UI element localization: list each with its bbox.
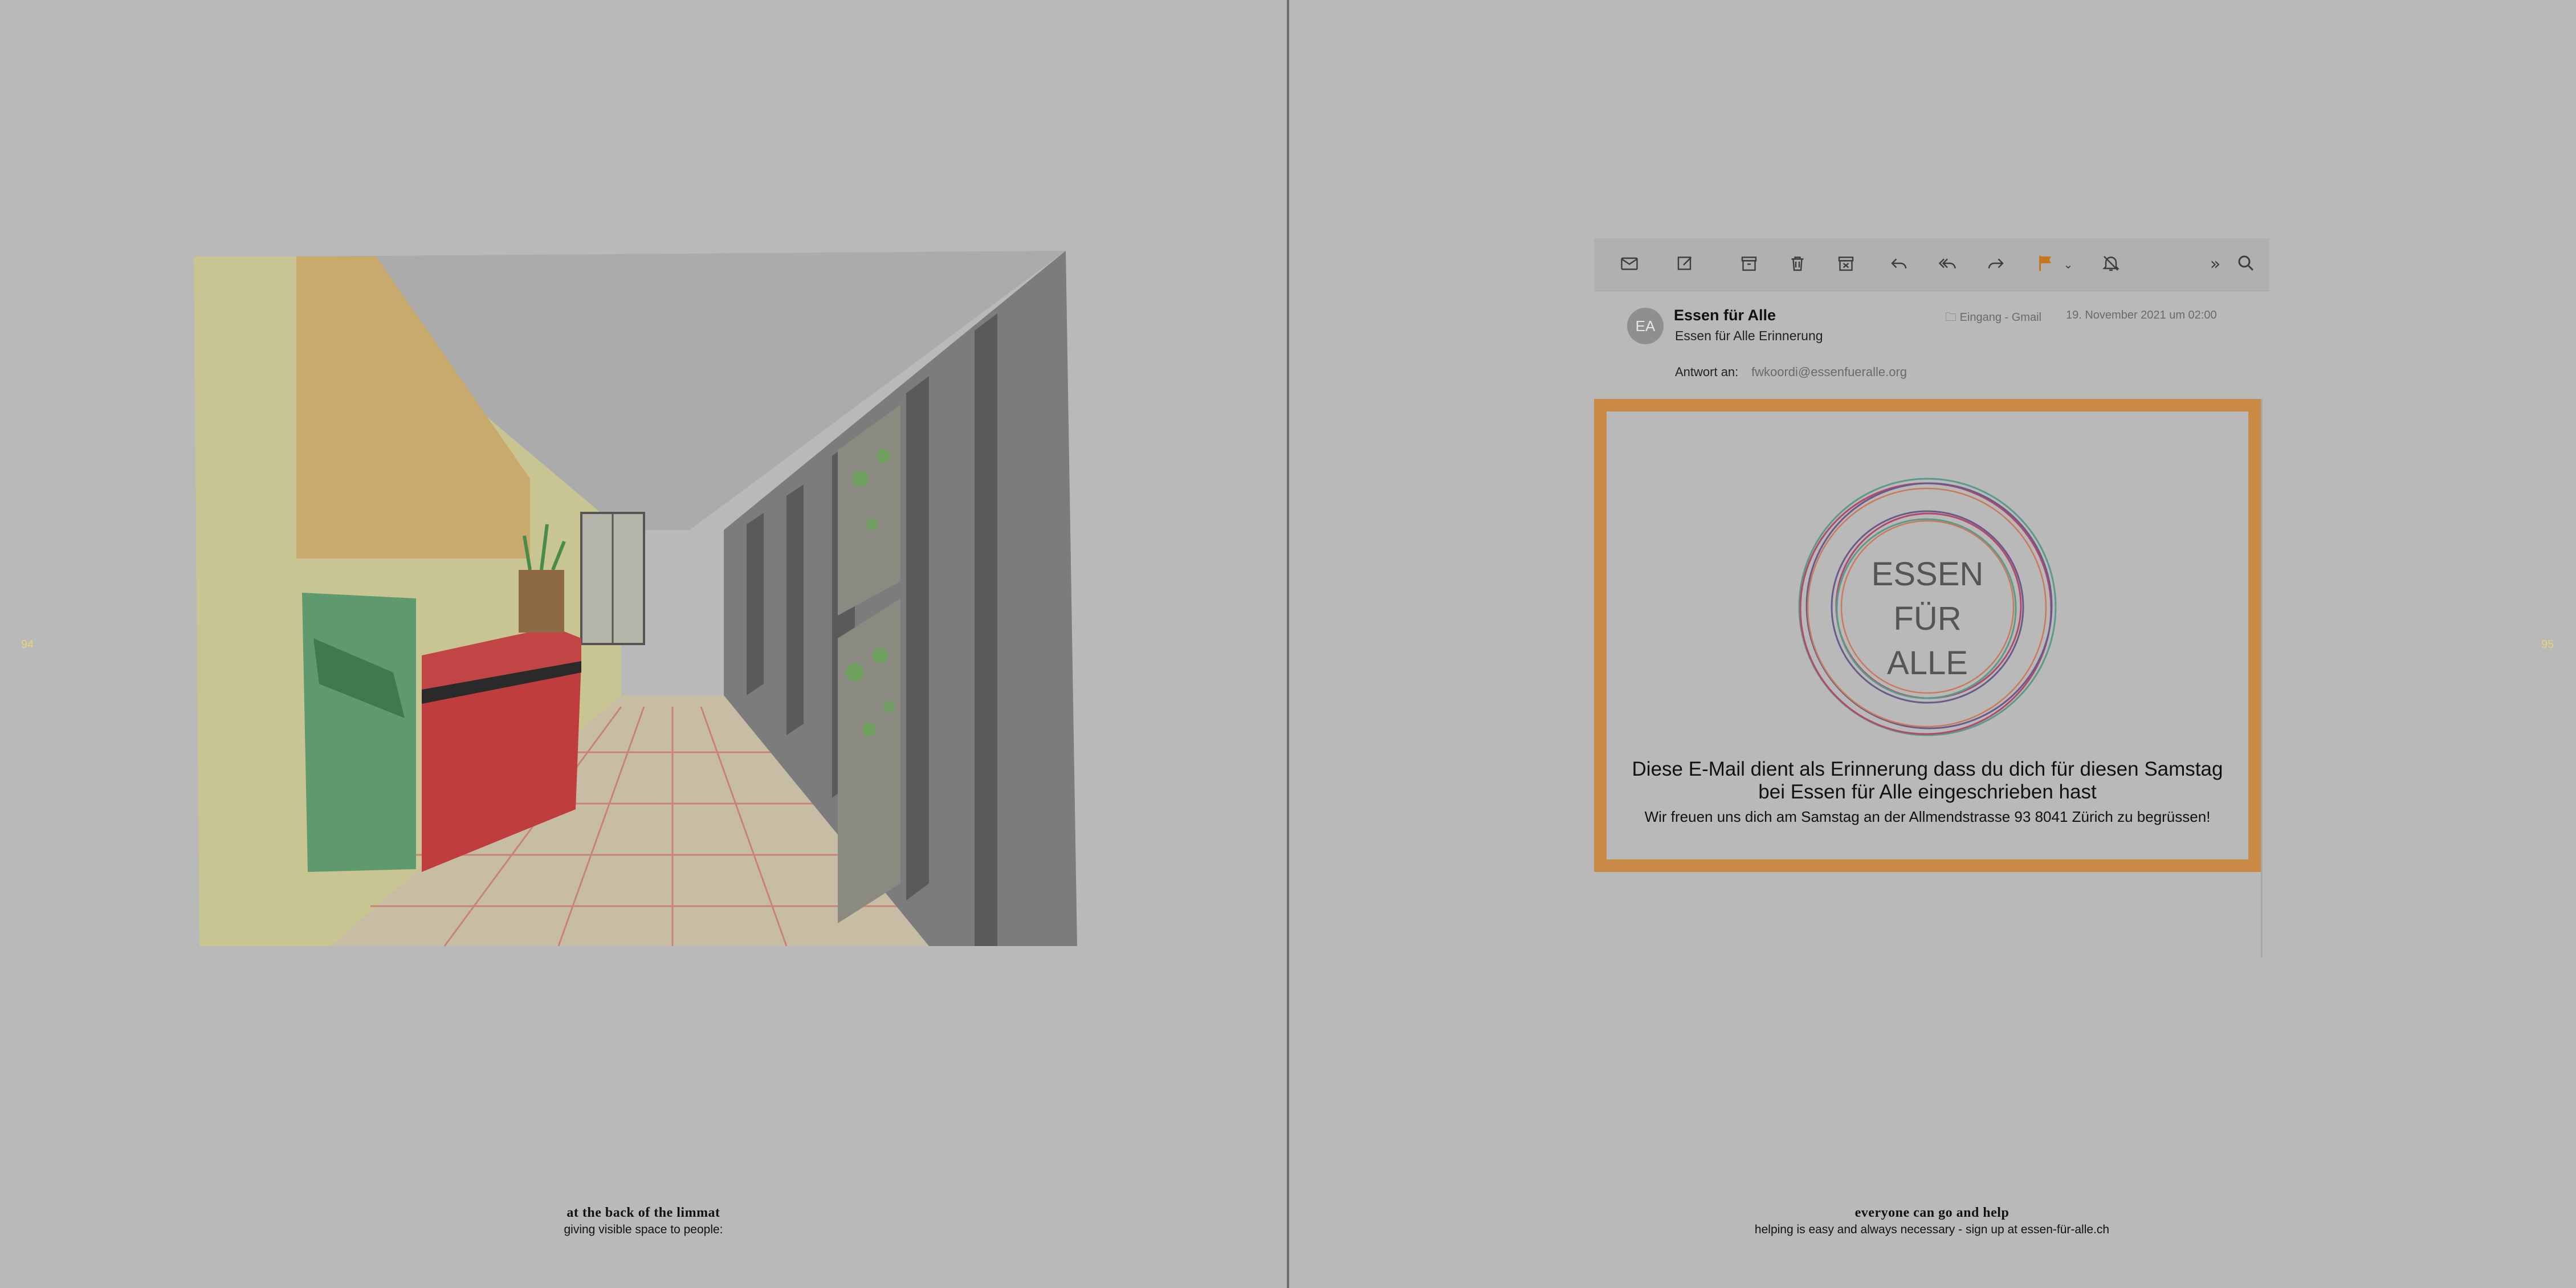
compose-icon[interactable] <box>1674 253 1697 276</box>
reminder-line-1: Diese E-Mail dient als Erinnerung dass d… <box>1632 758 2223 780</box>
reply-all-icon[interactable] <box>1936 253 1959 276</box>
mailbox-label: 🗀 Eingang - Gmail <box>1945 309 2041 328</box>
flag-icon[interactable] <box>2035 253 2057 276</box>
mail-subject: Essen für Alle Erinnerung <box>1675 328 1823 343</box>
caption-subtitle: giving visible space to people: <box>564 1223 723 1236</box>
caption: everyone can go and help helping is easy… <box>1647 1205 2217 1237</box>
reply-icon[interactable] <box>1888 253 1910 276</box>
scrollbar[interactable] <box>2261 399 2263 957</box>
essen-fuer-alle-logo: ESSEN FÜR ALLE <box>1798 478 2057 736</box>
welcome-message: Wir freuen uns dich am Samstag an der Al… <box>1644 808 2211 825</box>
mail-date: 19. November 2021 um 02:00 <box>2066 309 2217 321</box>
caption-title: at the back of the limmat <box>566 1205 720 1220</box>
caption-subtitle: helping is easy and always necessary - s… <box>1754 1223 2110 1236</box>
logo-line-2: FÜR <box>1893 600 1961 637</box>
folder-icon: 🗀 <box>1945 310 1957 324</box>
reminder-message: Diese E-Mail dient als Erinnerung dass d… <box>1607 758 2248 804</box>
left-page: 94 at the back of the limmat giving visi… <box>0 0 1287 1288</box>
trash-icon[interactable] <box>1786 253 1809 276</box>
mail-body: ESSEN FÜR ALLE Diese E-Mail dient als Er… <box>1607 411 2248 859</box>
corridor-drawing <box>194 251 1077 947</box>
sender-name[interactable]: Essen für Alle <box>1674 307 1776 324</box>
logo-line-1: ESSEN <box>1872 556 1984 593</box>
reminder-line-2: bei Essen für Alle eingeschrieben hast <box>1758 781 2097 803</box>
mail-body-card: ESSEN FÜR ALLE Diese E-Mail dient als Er… <box>1594 399 2261 872</box>
mail-window: ⌄ » EA Essen für Alle Essen für Alle Eri… <box>1594 238 2269 957</box>
envelope-icon[interactable] <box>1618 253 1641 276</box>
avatar: EA <box>1627 308 1664 344</box>
mail-toolbar: ⌄ » <box>1594 238 2269 291</box>
page-number: 94 <box>21 638 34 651</box>
mailbox-name: Eingang - Gmail <box>1959 311 2041 324</box>
archive-icon[interactable] <box>1738 253 1760 276</box>
reply-to-label: Antwort an: <box>1675 365 1739 379</box>
caption-title: everyone can go and help <box>1854 1205 2010 1220</box>
more-icon[interactable]: » <box>2204 253 2227 276</box>
forward-icon[interactable] <box>1984 253 2007 276</box>
caption: at the back of the limmat giving visible… <box>358 1205 928 1237</box>
logo-line-3: ALLE <box>1887 645 1968 682</box>
page-number: 95 <box>2541 638 2554 651</box>
reply-to-address[interactable]: fwkoordi@essenfueralle.org <box>1751 365 1907 380</box>
search-icon[interactable] <box>2235 253 2257 276</box>
chevron-down-icon[interactable]: ⌄ <box>2057 253 2080 276</box>
mute-bell-icon[interactable] <box>2100 253 2122 276</box>
junk-icon[interactable] <box>1835 253 1857 276</box>
